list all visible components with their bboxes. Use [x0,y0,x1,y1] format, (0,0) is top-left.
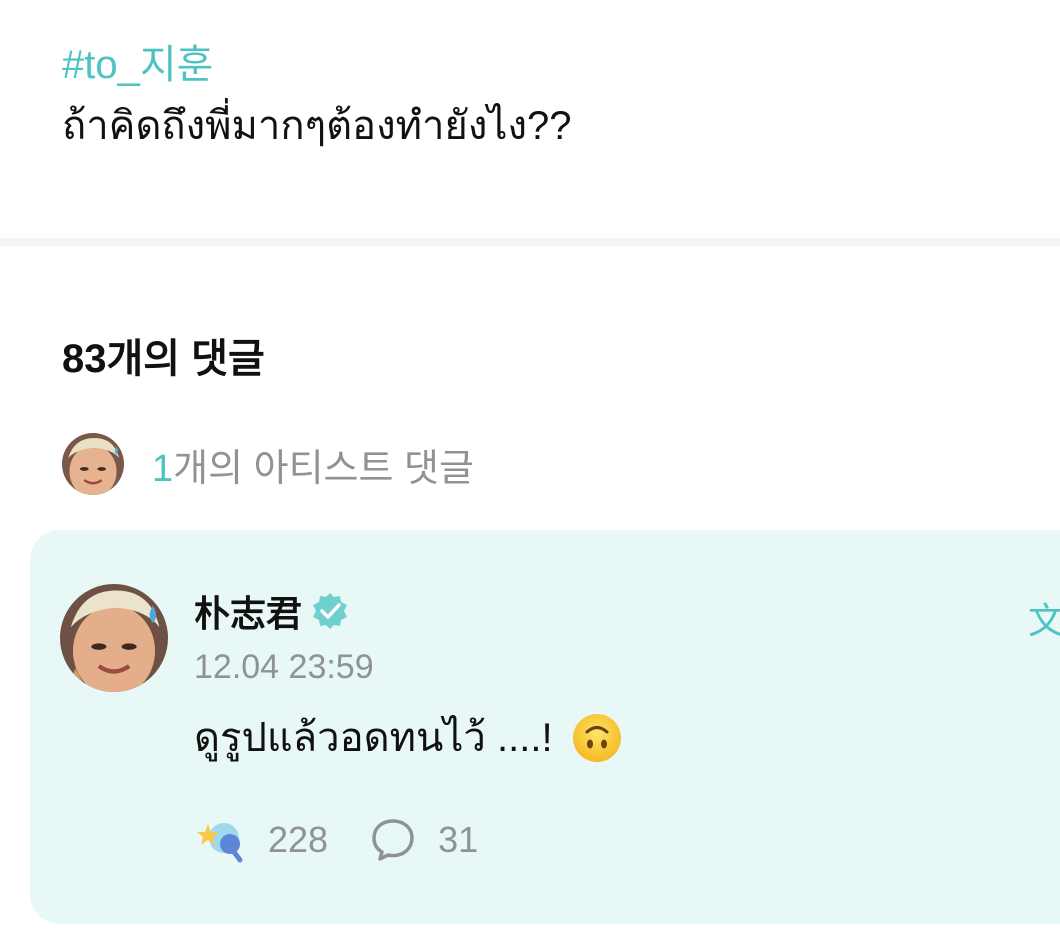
comment-actions: 228 31 [194,814,478,866]
like-button[interactable]: 228 [194,814,328,866]
artist-comment-card: 朴志君 文 12.04 23:59 ดูรูปแล้วอดทนไว้ ....! [30,530,1060,924]
artist-comments-filter[interactable]: 1개의 아티스트 댓글 [62,433,474,495]
translate-icon[interactable]: 文 [1028,592,1060,644]
reply-button[interactable]: 31 [370,817,478,863]
artist-comment-label: 개의 아티스트 댓글 [173,447,474,490]
post-content: #to_지훈 ถ้าคิดถึงพี่มากๆต้องทำยังไง?? [0,0,1060,240]
like-count: 228 [268,819,329,860]
comment-body: ดูรูปแล้วอดทนไว้ ....! [194,712,623,764]
comment-text: ดูรูปแล้วอดทนไว้ ....! [194,716,553,760]
artist-avatar-small [62,433,124,495]
comment-author-name[interactable]: 朴志君 [194,585,302,637]
comment-timestamp: 12.04 23:59 [194,648,374,686]
comment-author-row: 朴志君 [194,585,350,637]
comment-count-heading: 83개의 댓글 [62,337,265,381]
section-divider [0,238,1060,246]
speech-bubble-icon [372,819,414,861]
star-reaction-icon [197,823,243,863]
reply-count: 31 [438,819,479,860]
artist-comment-count: 1개의 아티스트 댓글 [152,437,474,492]
upside-down-face-emoji [572,714,621,762]
comment-author-avatar[interactable] [60,584,168,692]
post-hashtag[interactable]: #to_지훈 [62,42,213,88]
post-text: ถ้าคิดถึงพี่มากๆต้องทำยังไง?? [62,104,572,148]
artist-comment-number: 1 [152,447,174,490]
verified-badge-icon [313,593,348,629]
